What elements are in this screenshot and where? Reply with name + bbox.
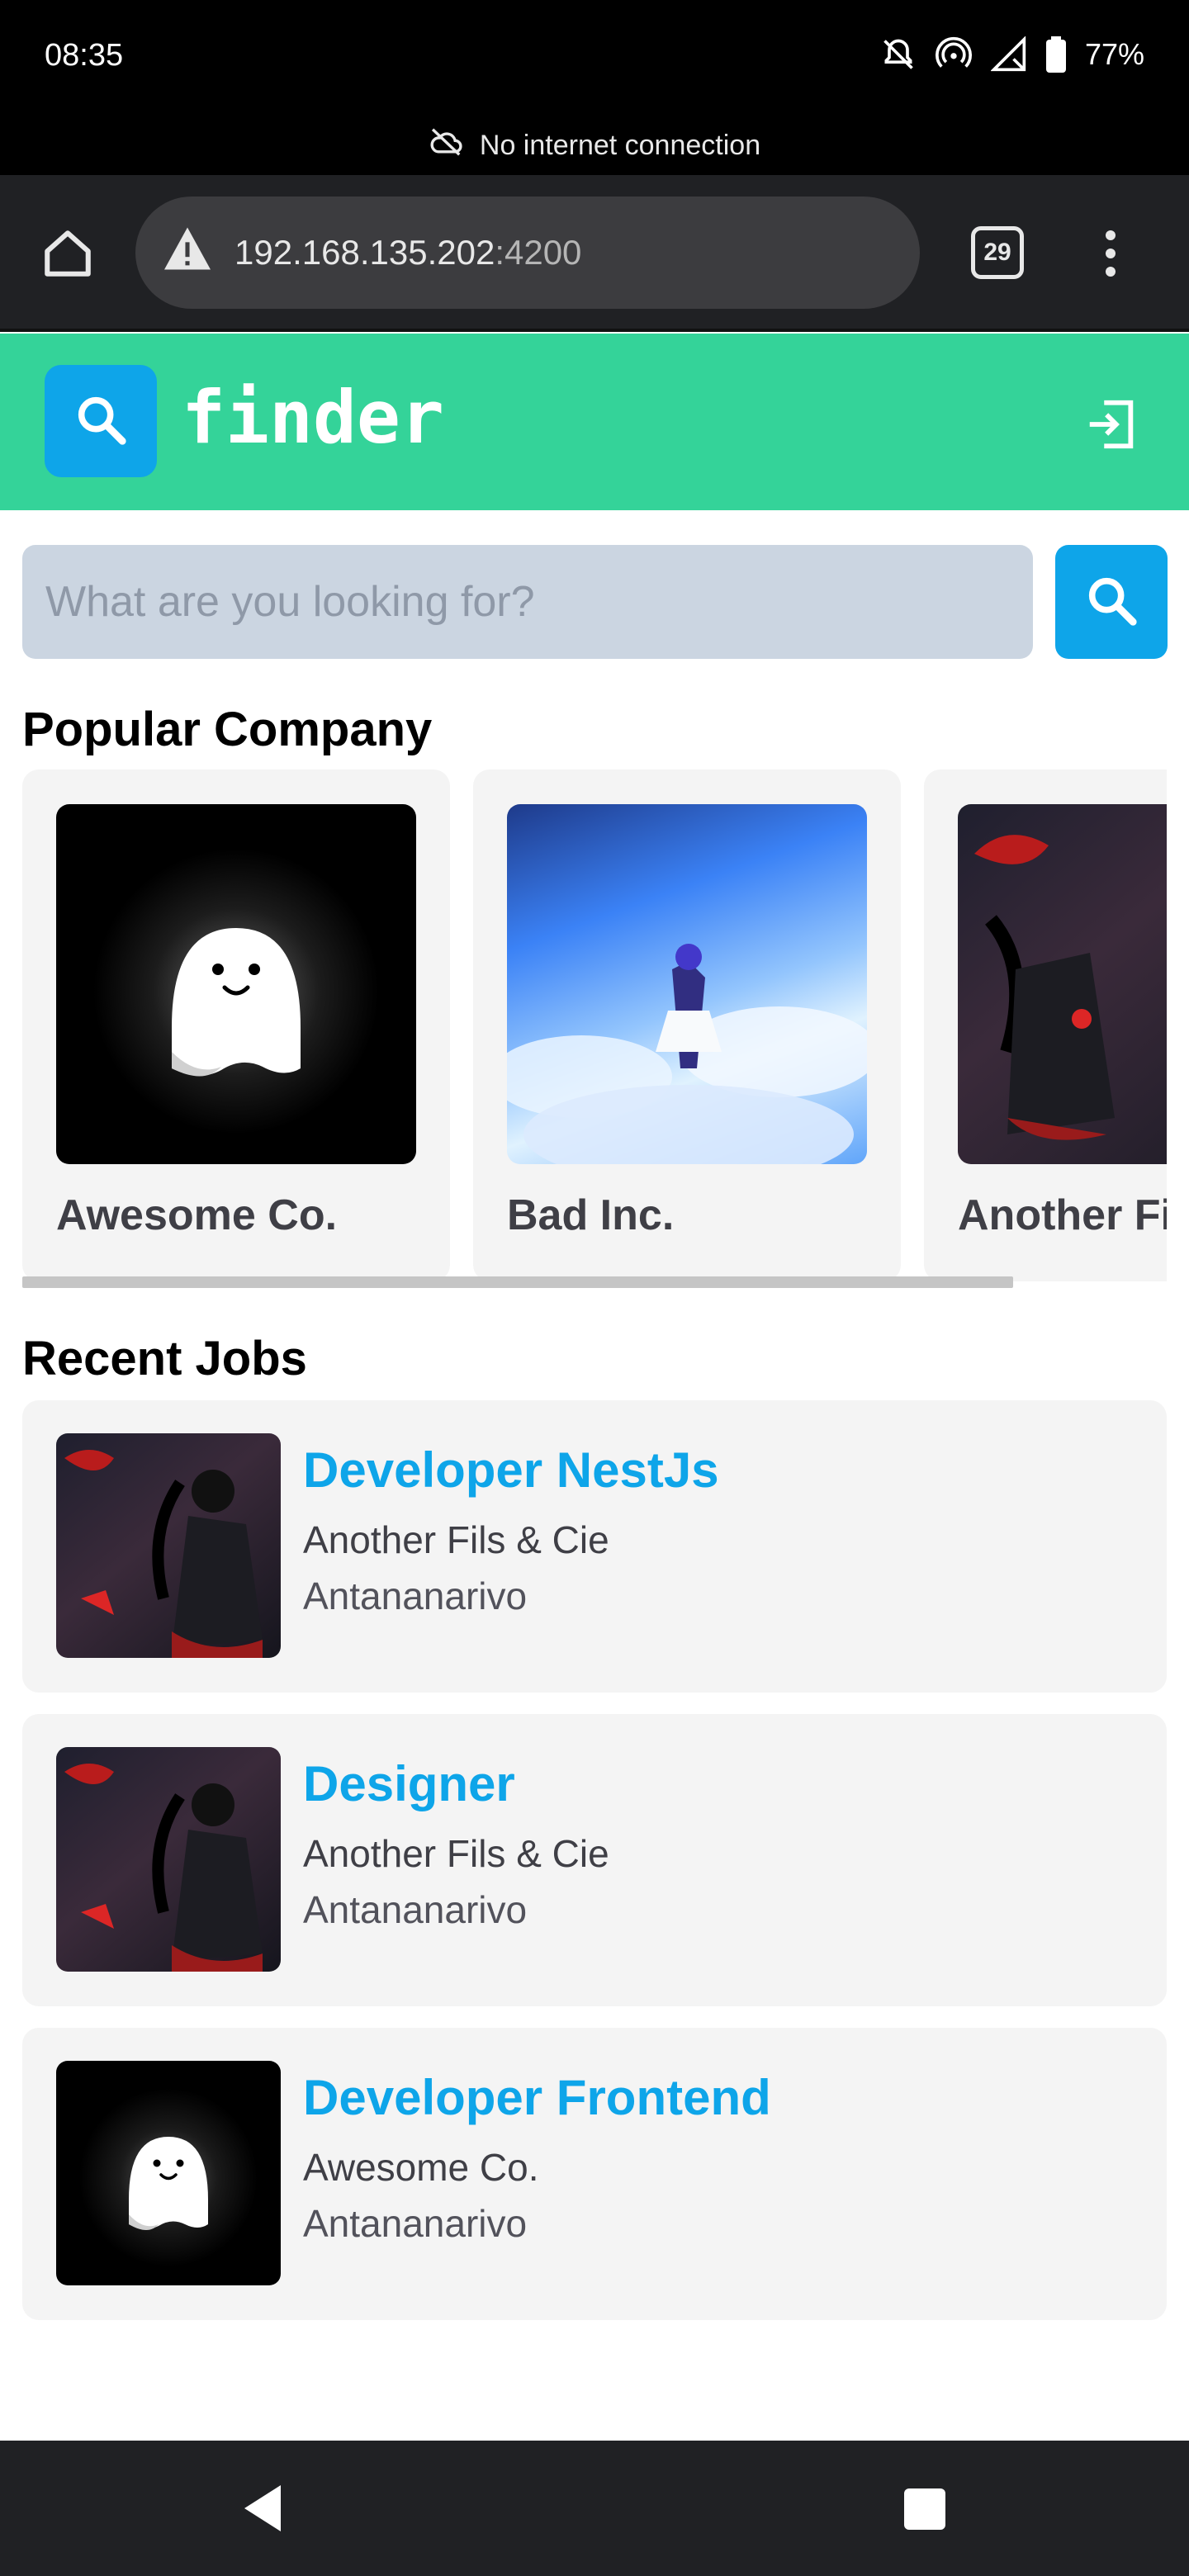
- search-icon: [1082, 571, 1140, 633]
- company-carousel[interactable]: Awesome Co. Bad Inc. Another Fi: [22, 769, 1167, 1281]
- search-button[interactable]: [1055, 545, 1168, 659]
- company-card[interactable]: Bad Inc.: [473, 769, 901, 1281]
- battery-percent: 77%: [1084, 37, 1144, 71]
- search-icon: [72, 391, 130, 452]
- battery-icon: [1045, 36, 1067, 73]
- job-title[interactable]: Designer: [303, 1755, 515, 1812]
- company-card[interactable]: Awesome Co.: [22, 769, 450, 1281]
- signal-icon: [990, 36, 1027, 73]
- recents-icon[interactable]: [904, 2488, 945, 2530]
- carousel-scrollbar[interactable]: [22, 1276, 1167, 1288]
- job-company: Another Fils & Cie: [303, 1832, 609, 1875]
- company-logo-sky: [507, 804, 867, 1164]
- status-time: 08:35: [45, 38, 124, 73]
- home-button[interactable]: [33, 220, 102, 290]
- url-host: 192.168.135.202: [234, 233, 495, 272]
- job-company: Another Fils & Cie: [303, 1518, 609, 1561]
- job-card[interactable]: Designer Another Fils & Cie Antananarivo: [22, 1714, 1167, 2006]
- job-image-ghost: [56, 2061, 281, 2285]
- company-logo-ghost: [56, 804, 416, 1164]
- job-location: Antananarivo: [303, 1574, 528, 1617]
- job-company: Awesome Co.: [303, 2146, 539, 2189]
- carousel-scrollbar-thumb[interactable]: [22, 1276, 1013, 1288]
- logo[interactable]: [45, 365, 157, 477]
- url-port: :4200: [495, 233, 582, 272]
- job-location: Antananarivo: [303, 2202, 528, 2245]
- company-logo-dark-red: [958, 804, 1167, 1164]
- tab-count: 29: [983, 239, 1011, 266]
- job-image-dark-red: [56, 1433, 281, 1658]
- job-title[interactable]: Developer NestJs: [303, 1442, 719, 1499]
- search-input[interactable]: [22, 545, 1033, 659]
- job-card[interactable]: Developer Frontend Awesome Co. Antananar…: [22, 2028, 1167, 2320]
- brand-name: finder: [182, 375, 444, 460]
- app-header: finder: [0, 334, 1189, 510]
- status-bar: 08:35 77%: [0, 0, 1189, 116]
- job-location: Antananarivo: [303, 1888, 528, 1931]
- company-card[interactable]: Another Fils & Cie: [924, 769, 1167, 1281]
- connection-banner: No internet connection: [0, 116, 1189, 175]
- connection-banner-text: No internet connection: [479, 129, 761, 161]
- logout-button[interactable]: [1078, 393, 1144, 459]
- logout-icon: [1082, 395, 1140, 457]
- browser-toolbar: 192.168.135.202:4200 29: [0, 175, 1189, 332]
- company-name: Awesome Co.: [56, 1191, 338, 1239]
- warning-icon: [162, 225, 213, 280]
- job-image-dark-red: [56, 1747, 281, 1972]
- company-name: Bad Inc.: [507, 1191, 675, 1239]
- address-bar[interactable]: 192.168.135.202:4200: [135, 197, 920, 309]
- bell-off-icon: [880, 36, 917, 73]
- job-card[interactable]: Developer NestJs Another Fils & Cie Anta…: [22, 1400, 1167, 1693]
- hotspot-icon: [935, 36, 973, 73]
- recent-jobs-heading: Recent Jobs: [22, 1332, 307, 1385]
- system-nav-bar: [0, 2441, 1189, 2576]
- back-icon[interactable]: [239, 2482, 289, 2535]
- popular-company-heading: Popular Company: [22, 703, 433, 756]
- cloud-off-icon: [429, 128, 465, 163]
- company-name: Another Fils & Cie: [958, 1191, 1167, 1239]
- job-title[interactable]: Developer Frontend: [303, 2069, 771, 2126]
- more-vert-icon[interactable]: [1090, 220, 1131, 286]
- tabs-button[interactable]: 29: [971, 226, 1024, 279]
- status-icons: 77%: [880, 36, 1144, 73]
- home-icon: [40, 226, 95, 285]
